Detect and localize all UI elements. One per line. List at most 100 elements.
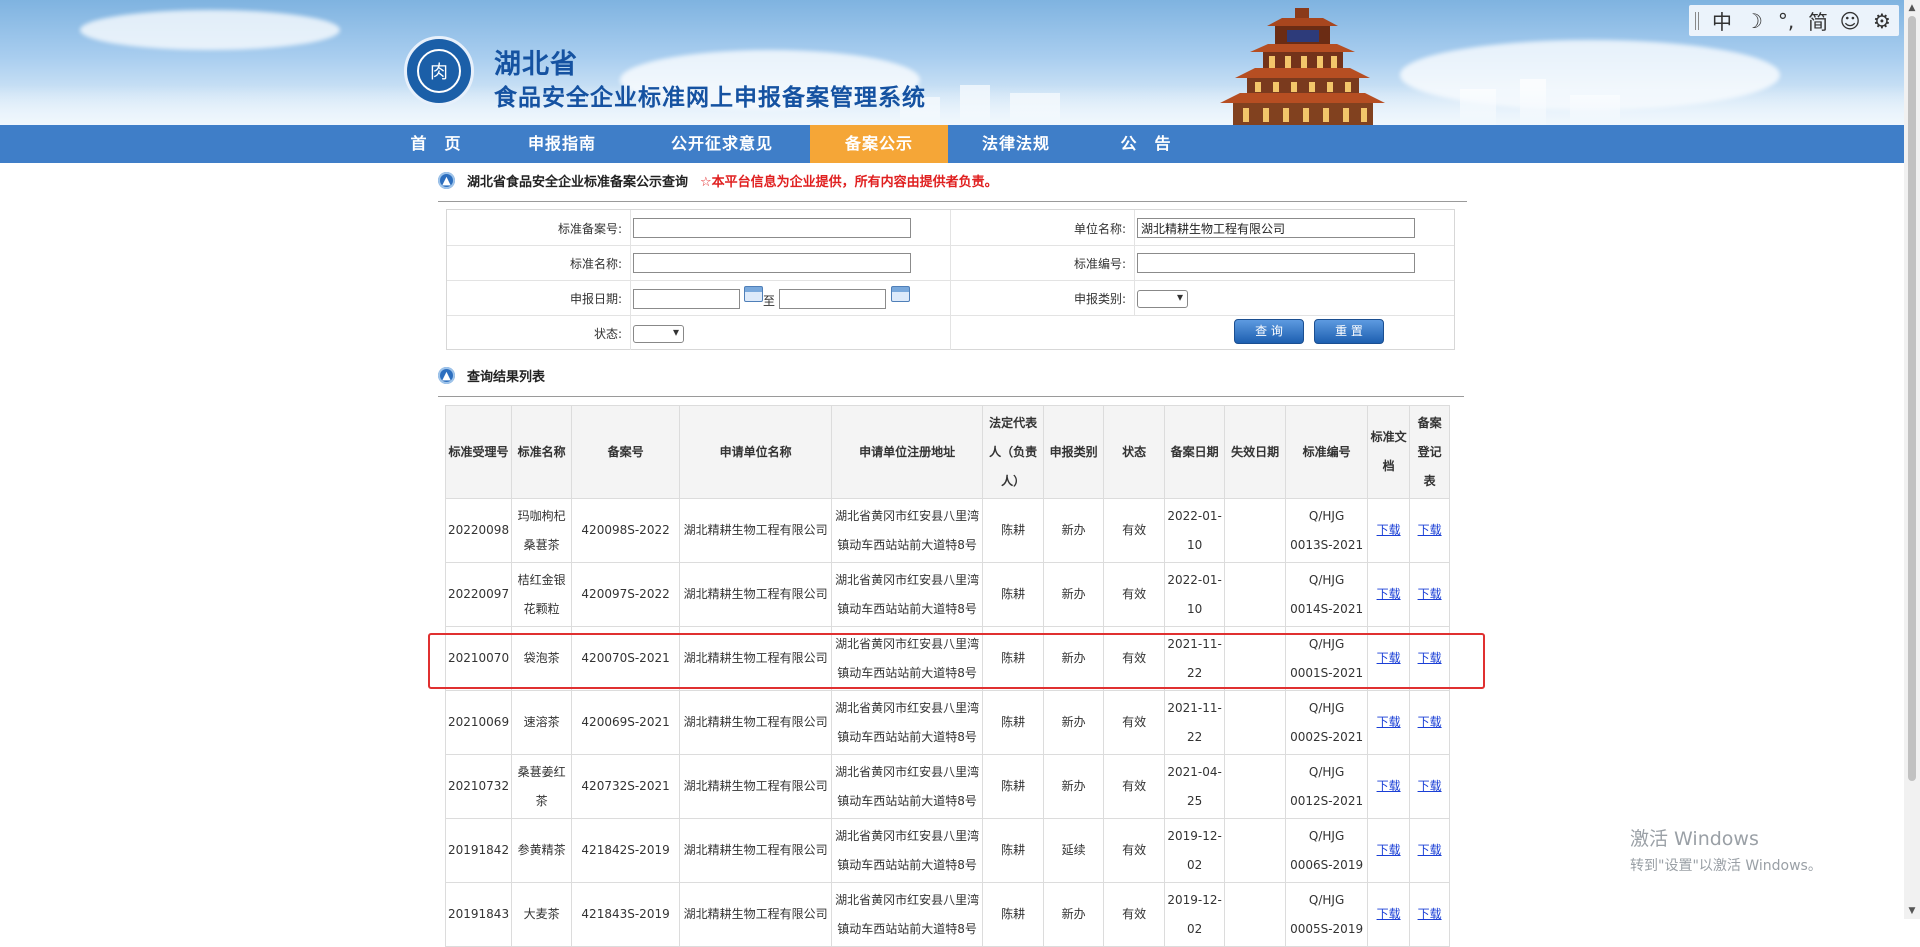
calendar-icon[interactable] — [891, 286, 910, 302]
cell-record-date: 2021-11-22 — [1167, 636, 1222, 680]
table-row: 20210732 桑葚姜红茶 420732S-2021 湖北精耕生物工程有限公司 湖北省… — [444, 754, 1451, 819]
cell-unit-address: 湖北省黄冈市红安县八里湾镇动车西站站前大道特8号 — [835, 700, 980, 744]
record-form-download-link[interactable]: 下载 — [1418, 779, 1442, 793]
table-cell: 陈耕 — [982, 626, 1045, 691]
col-status: 状态 — [1103, 405, 1166, 499]
site-title-system: 食品安全企业标准网上申报备案管理系统 — [494, 85, 926, 111]
table-cell: 下载 — [1367, 882, 1411, 947]
table-cell: 有效 — [1103, 882, 1166, 947]
nav-record-publicity[interactable]: 备案公示 — [810, 125, 948, 163]
cell-std-name: 速溶茶 — [523, 715, 560, 729]
nav-public-comment[interactable]: 公开征求意见 — [660, 125, 784, 163]
scroll-up-icon[interactable]: ▲ — [1904, 0, 1920, 16]
cell-status: 有效 — [1122, 779, 1147, 793]
search-section-title: 湖北省食品安全企业标准备案公示查询 — [467, 174, 689, 190]
table-cell: 有效 — [1103, 498, 1166, 563]
cell-std-name: 参黄精茶 — [517, 843, 566, 857]
record-form-download-link[interactable]: 下载 — [1418, 587, 1442, 601]
arrow-up-icon[interactable]: ▲ — [438, 171, 455, 189]
std-doc-download-link[interactable]: 下载 — [1377, 651, 1401, 665]
record-no-input[interactable] — [633, 218, 911, 238]
table-cell: 新办 — [1043, 498, 1105, 563]
toolbar-grip[interactable] — [1695, 11, 1699, 30]
form-input-cell — [1135, 210, 1454, 245]
table-cell: 下载 — [1409, 818, 1451, 883]
cell-std-name: 桑葚姜红茶 — [517, 764, 566, 808]
table-cell: 420098S-2022 — [571, 498, 681, 563]
status-label: 状态: — [593, 327, 622, 341]
cell-unit-name: 湖北精耕生物工程有限公司 — [683, 779, 828, 793]
date-to-input[interactable] — [779, 289, 886, 309]
record-form-download-link[interactable]: 下载 — [1418, 843, 1442, 857]
table-cell: 湖北省黄冈市红安县八里湾镇动车西站站前大道特8号 — [831, 818, 984, 883]
cell-declare-type: 新办 — [1061, 779, 1086, 793]
table-cell: 下载 — [1367, 498, 1411, 563]
date-to-label: 至 — [763, 294, 776, 308]
nav-notice[interactable]: 公 告 — [1108, 125, 1184, 163]
status-select[interactable] — [633, 325, 684, 343]
col-record-no: 备案号 — [571, 405, 681, 499]
cell-status: 有效 — [1122, 523, 1147, 537]
std-doc-download-link[interactable]: 下载 — [1377, 715, 1401, 729]
nav-laws[interactable]: 法律法规 — [968, 125, 1064, 163]
scroll-down-icon[interactable]: ▼ — [1904, 903, 1920, 919]
nav-home[interactable]: 首 页 — [400, 125, 472, 163]
cell-status: 有效 — [1122, 843, 1147, 857]
cell-record-date: 2022-01-10 — [1167, 508, 1222, 552]
nav-guide[interactable]: 申报指南 — [522, 125, 602, 163]
std-doc-download-link[interactable]: 下载 — [1377, 843, 1401, 857]
cell-accept-no: 20191842 — [448, 843, 510, 857]
chinese-mode-icon[interactable]: 中 — [1709, 6, 1735, 35]
cell-record-date: 2021-11-22 — [1167, 700, 1222, 744]
table-cell: 下载 — [1367, 690, 1411, 755]
emoji-icon[interactable]: ☺ — [1837, 9, 1863, 33]
std-doc-download-link[interactable]: 下载 — [1377, 587, 1401, 601]
table-cell: 下载 — [1409, 626, 1451, 691]
table-cell: 420097S-2022 — [571, 562, 681, 627]
calendar-icon[interactable] — [744, 286, 763, 302]
std-code-input[interactable] — [1137, 253, 1415, 273]
table-cell: 下载 — [1409, 754, 1451, 819]
form-input-cell — [631, 245, 951, 280]
table-cell — [1224, 882, 1287, 947]
cloud-decoration — [80, 10, 340, 50]
table-cell: 下载 — [1409, 690, 1451, 755]
reset-button[interactable]: 重 置 — [1314, 319, 1384, 344]
arrow-up-icon[interactable]: ▲ — [438, 366, 455, 384]
record-form-download-link[interactable]: 下载 — [1418, 715, 1442, 729]
vertical-scrollbar[interactable]: ▲ ▼ — [1904, 0, 1920, 919]
table-row: 20220098 玛咖枸杞桑葚茶 420098S-2022 湖北精耕生物工程有限公司湖… — [444, 498, 1451, 563]
simplified-icon[interactable]: 简 — [1805, 6, 1831, 35]
col-std-code: 标准编号 — [1285, 405, 1369, 499]
table-cell: 参黄精茶 — [511, 818, 573, 883]
cell-accept-no: 20210069 — [448, 715, 510, 729]
yellow-crane-tower-image — [1220, 8, 1385, 125]
moon-icon[interactable]: ☽ — [1741, 9, 1767, 33]
record-form-download-link[interactable]: 下载 — [1418, 651, 1442, 665]
date-from-input[interactable] — [633, 289, 740, 309]
punctuation-icon[interactable]: °, — [1773, 9, 1799, 33]
type-select[interactable] — [1137, 290, 1188, 308]
search-section-header: ▲ 湖北省食品安全企业标准备案公示查询 ☆本平台信息为企业提供，所有内容由提供者… — [438, 169, 998, 191]
scroll-thumb[interactable] — [1908, 16, 1916, 781]
table-cell: 湖北精耕生物工程有限公司 — [679, 754, 833, 819]
unit-name-input[interactable] — [1137, 218, 1415, 238]
table-cell: 2019-12-02 — [1164, 882, 1226, 947]
record-form-download-link[interactable]: 下载 — [1418, 523, 1442, 537]
table-cell: 20220097 — [444, 562, 513, 627]
table-cell: 桔红金银花颗粒 — [511, 562, 573, 627]
table-cell: 下载 — [1367, 754, 1411, 819]
query-button[interactable]: 查 询 — [1234, 319, 1304, 344]
cell-record-date: 2021-04-25 — [1167, 764, 1222, 808]
gear-icon[interactable]: ⚙ — [1869, 9, 1895, 33]
std-doc-download-link[interactable]: 下载 — [1377, 523, 1401, 537]
cell-legal-rep: 陈耕 — [1001, 587, 1026, 601]
date-label: 申报日期: — [569, 292, 622, 306]
cell-std-code: Q/HJG 0014S-2021 — [1290, 572, 1364, 616]
std-doc-download-link[interactable]: 下载 — [1377, 779, 1401, 793]
std-name-input[interactable] — [633, 253, 911, 273]
table-cell: 陈耕 — [982, 818, 1045, 883]
cell-unit-name: 湖北精耕生物工程有限公司 — [683, 523, 828, 537]
table-cell: 延续 — [1043, 818, 1105, 883]
cell-status: 有效 — [1122, 587, 1147, 601]
